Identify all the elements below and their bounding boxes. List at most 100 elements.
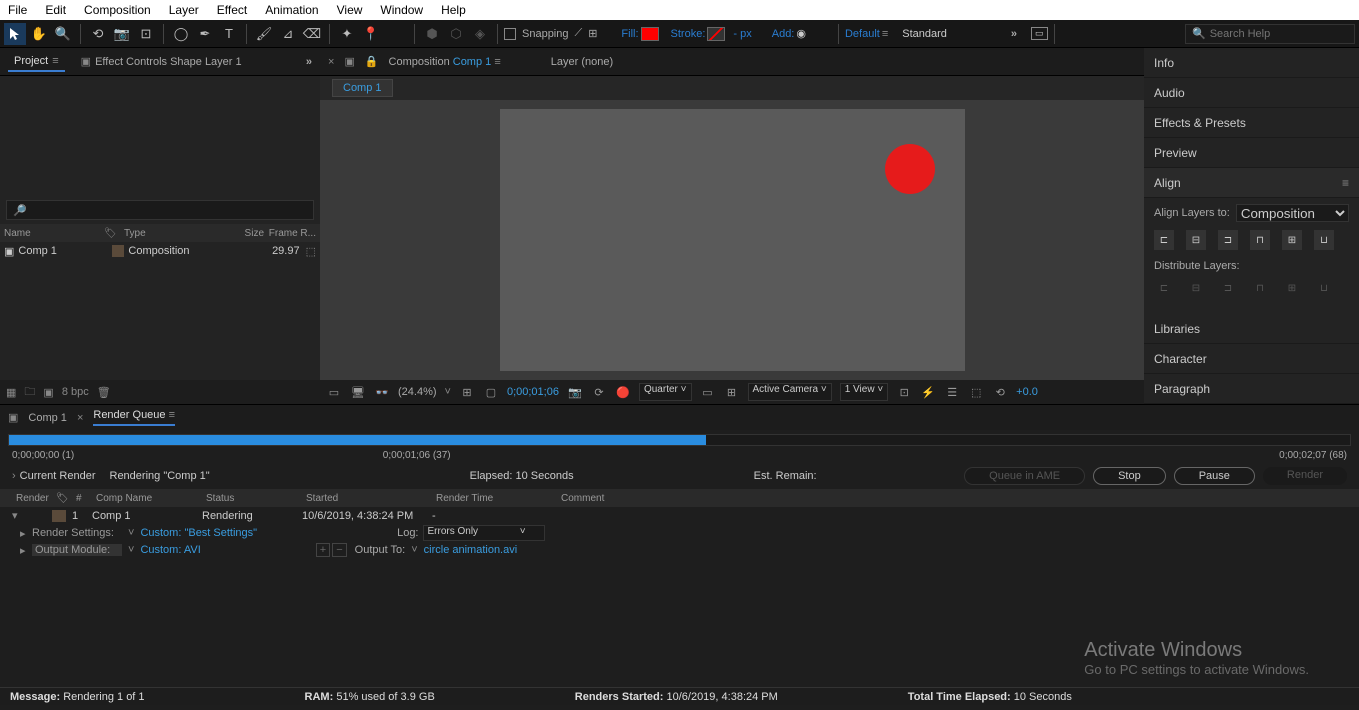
align-vcenter-icon[interactable]: ⊞ bbox=[1282, 230, 1302, 250]
zoom-value[interactable]: (24.4%) bbox=[398, 386, 437, 398]
stroke-px[interactable]: - px bbox=[733, 28, 751, 40]
info-panel-header[interactable]: Info bbox=[1144, 48, 1359, 78]
rectangle-tool-icon[interactable]: ◯ bbox=[170, 23, 192, 45]
rq-label-swatch[interactable] bbox=[52, 510, 66, 522]
rs-dropdown-icon[interactable]: ˅ bbox=[128, 527, 134, 539]
disclosure-icon[interactable]: › bbox=[12, 470, 16, 482]
render-settings-value[interactable]: Custom: "Best Settings" bbox=[140, 527, 257, 539]
view-axis-icon[interactable]: ◈ bbox=[469, 23, 491, 45]
menu-layer[interactable]: Layer bbox=[169, 3, 199, 17]
workspace-standard[interactable]: Standard bbox=[902, 28, 947, 40]
hand-tool-icon[interactable]: ✋ bbox=[28, 23, 50, 45]
align-bottom-icon[interactable]: ⊔ bbox=[1314, 230, 1334, 250]
align-left-icon[interactable]: ⊏ bbox=[1154, 230, 1174, 250]
resolution-icon[interactable]: ⊞ bbox=[459, 384, 475, 400]
col-compname[interactable]: Comp Name bbox=[92, 493, 202, 504]
add-shape-icon[interactable]: ◉ bbox=[796, 27, 806, 40]
roto-tool-icon[interactable]: ✦ bbox=[336, 23, 358, 45]
search-help-box[interactable]: 🔍 bbox=[1185, 24, 1355, 44]
stroke-label[interactable]: Stroke: bbox=[671, 28, 706, 40]
puppet-tool-icon[interactable]: 📍 bbox=[360, 23, 382, 45]
show-snapshot-icon[interactable]: ⟳ bbox=[591, 384, 607, 400]
shape-circle[interactable] bbox=[885, 144, 935, 194]
render-queue-item[interactable]: ▾ 1 Comp 1 Rendering 10/6/2019, 4:38:24 … bbox=[0, 507, 1359, 524]
view-dropdown[interactable]: 1 View ˅ bbox=[840, 383, 888, 401]
rq-disclosure-icon[interactable]: ▾ bbox=[12, 509, 52, 522]
align-panel-header[interactable]: Align≡ bbox=[1144, 168, 1359, 198]
comp-subtab[interactable]: Comp 1 bbox=[332, 79, 393, 97]
layer-tab[interactable]: Layer (none) bbox=[551, 56, 613, 68]
pause-button[interactable]: Pause bbox=[1174, 467, 1255, 485]
paragraph-panel-header[interactable]: Paragraph bbox=[1144, 374, 1359, 404]
flowchart-icon[interactable]: ⬚ bbox=[306, 245, 316, 258]
render-queue-tab[interactable]: Render Queue ≡ bbox=[93, 409, 175, 426]
menu-window[interactable]: Window bbox=[380, 3, 423, 17]
menu-edit[interactable]: Edit bbox=[45, 3, 66, 17]
safezone-icon[interactable]: ▢ bbox=[483, 384, 499, 400]
grid-icon[interactable]: ⊞ bbox=[724, 384, 740, 400]
fast-preview-icon[interactable]: ⚡ bbox=[920, 384, 936, 400]
align-menu-icon[interactable]: ≡ bbox=[1342, 176, 1349, 190]
libraries-panel-header[interactable]: Libraries bbox=[1144, 314, 1359, 344]
new-folder-icon[interactable]: 🗀 bbox=[24, 383, 35, 402]
rq-close-icon[interactable]: × bbox=[77, 412, 83, 424]
workspace-overflow-icon[interactable]: » bbox=[1011, 28, 1017, 40]
align-hcenter-icon[interactable]: ⊟ bbox=[1186, 230, 1206, 250]
bpc-button[interactable]: 8 bpc bbox=[62, 386, 89, 398]
zoom-tool-icon[interactable]: 🔍 bbox=[52, 23, 74, 45]
col-framerate[interactable]: Frame R... bbox=[264, 228, 316, 239]
menu-file[interactable]: File bbox=[8, 3, 27, 17]
pan-behind-tool-icon[interactable]: ⊡ bbox=[135, 23, 157, 45]
timeline-comp-tab[interactable]: Comp 1 bbox=[28, 412, 67, 424]
col-started[interactable]: Started bbox=[302, 493, 432, 504]
col-type[interactable]: Type bbox=[124, 228, 214, 239]
effects-presets-header[interactable]: Effects & Presets bbox=[1144, 108, 1359, 138]
type-tool-icon[interactable]: T bbox=[218, 23, 240, 45]
trash-icon[interactable]: 🗑 bbox=[97, 386, 111, 399]
timeline-icon[interactable]: ☰ bbox=[944, 384, 960, 400]
output-to-dropdown-icon[interactable]: ˅ bbox=[411, 544, 417, 556]
workspace-default[interactable]: Default bbox=[845, 28, 880, 40]
comp-viewer[interactable] bbox=[320, 100, 1144, 380]
col-num[interactable]: # bbox=[72, 493, 92, 504]
project-row[interactable]: ▣ Comp 1 Composition 29.97 ⬚ bbox=[0, 242, 320, 260]
exposure-value[interactable]: +0.0 bbox=[1016, 386, 1038, 398]
clone-tool-icon[interactable]: ⊿ bbox=[277, 23, 299, 45]
region-icon[interactable]: ▭ bbox=[700, 384, 716, 400]
camera-tool-icon[interactable]: 📷 bbox=[111, 23, 133, 45]
snapshot-icon[interactable]: 📷 bbox=[567, 384, 583, 400]
panel-overflow-icon[interactable]: » bbox=[306, 56, 312, 68]
menu-animation[interactable]: Animation bbox=[265, 3, 318, 17]
col-name[interactable]: Name bbox=[4, 228, 104, 239]
align-top-icon[interactable]: ⊓ bbox=[1250, 230, 1270, 250]
col-render[interactable]: Render bbox=[12, 493, 52, 504]
col-size[interactable]: Size bbox=[214, 228, 264, 239]
align-to-dropdown[interactable]: Composition bbox=[1236, 204, 1349, 222]
remove-output-icon[interactable]: − bbox=[332, 543, 346, 557]
orbit-tool-icon[interactable]: ⟲ bbox=[87, 23, 109, 45]
character-panel-header[interactable]: Character bbox=[1144, 344, 1359, 374]
stroke-swatch[interactable] bbox=[707, 27, 725, 41]
om-dropdown-icon[interactable]: ˅ bbox=[128, 544, 134, 556]
interpret-icon[interactable]: ▦ bbox=[6, 386, 16, 399]
effect-controls-tab[interactable]: ▣Effect Controls Shape Layer 1 bbox=[75, 52, 248, 71]
comp-tab-lock-icon[interactable]: 🔒 bbox=[365, 55, 379, 68]
snapping-checkbox[interactable] bbox=[504, 28, 516, 40]
selection-tool-icon[interactable] bbox=[4, 23, 26, 45]
snap-aux1-icon[interactable]: ⟋ bbox=[575, 27, 583, 40]
search-help-input[interactable] bbox=[1210, 28, 1348, 40]
comp-tab[interactable]: Composition Comp 1 ≡ bbox=[389, 56, 501, 68]
local-axis-icon[interactable]: ⬢ bbox=[421, 23, 443, 45]
brush-tool-icon[interactable]: 🖌 bbox=[253, 23, 275, 45]
log-dropdown[interactable]: Errors Only ˅ bbox=[423, 525, 545, 541]
new-comp-icon[interactable]: ▣ bbox=[43, 386, 53, 399]
draft3d-icon[interactable]: 🖥 bbox=[350, 384, 366, 400]
preview-panel-header[interactable]: Preview bbox=[1144, 138, 1359, 168]
menu-effect[interactable]: Effect bbox=[217, 3, 247, 17]
snap-aux2-icon[interactable]: ⊞ bbox=[588, 27, 597, 40]
menu-help[interactable]: Help bbox=[441, 3, 466, 17]
rs-disclosure-icon[interactable]: ▸ bbox=[20, 527, 32, 540]
menu-view[interactable]: View bbox=[337, 3, 363, 17]
channels-icon[interactable]: 🔴 bbox=[615, 384, 631, 400]
eraser-tool-icon[interactable]: ⌫ bbox=[301, 23, 323, 45]
